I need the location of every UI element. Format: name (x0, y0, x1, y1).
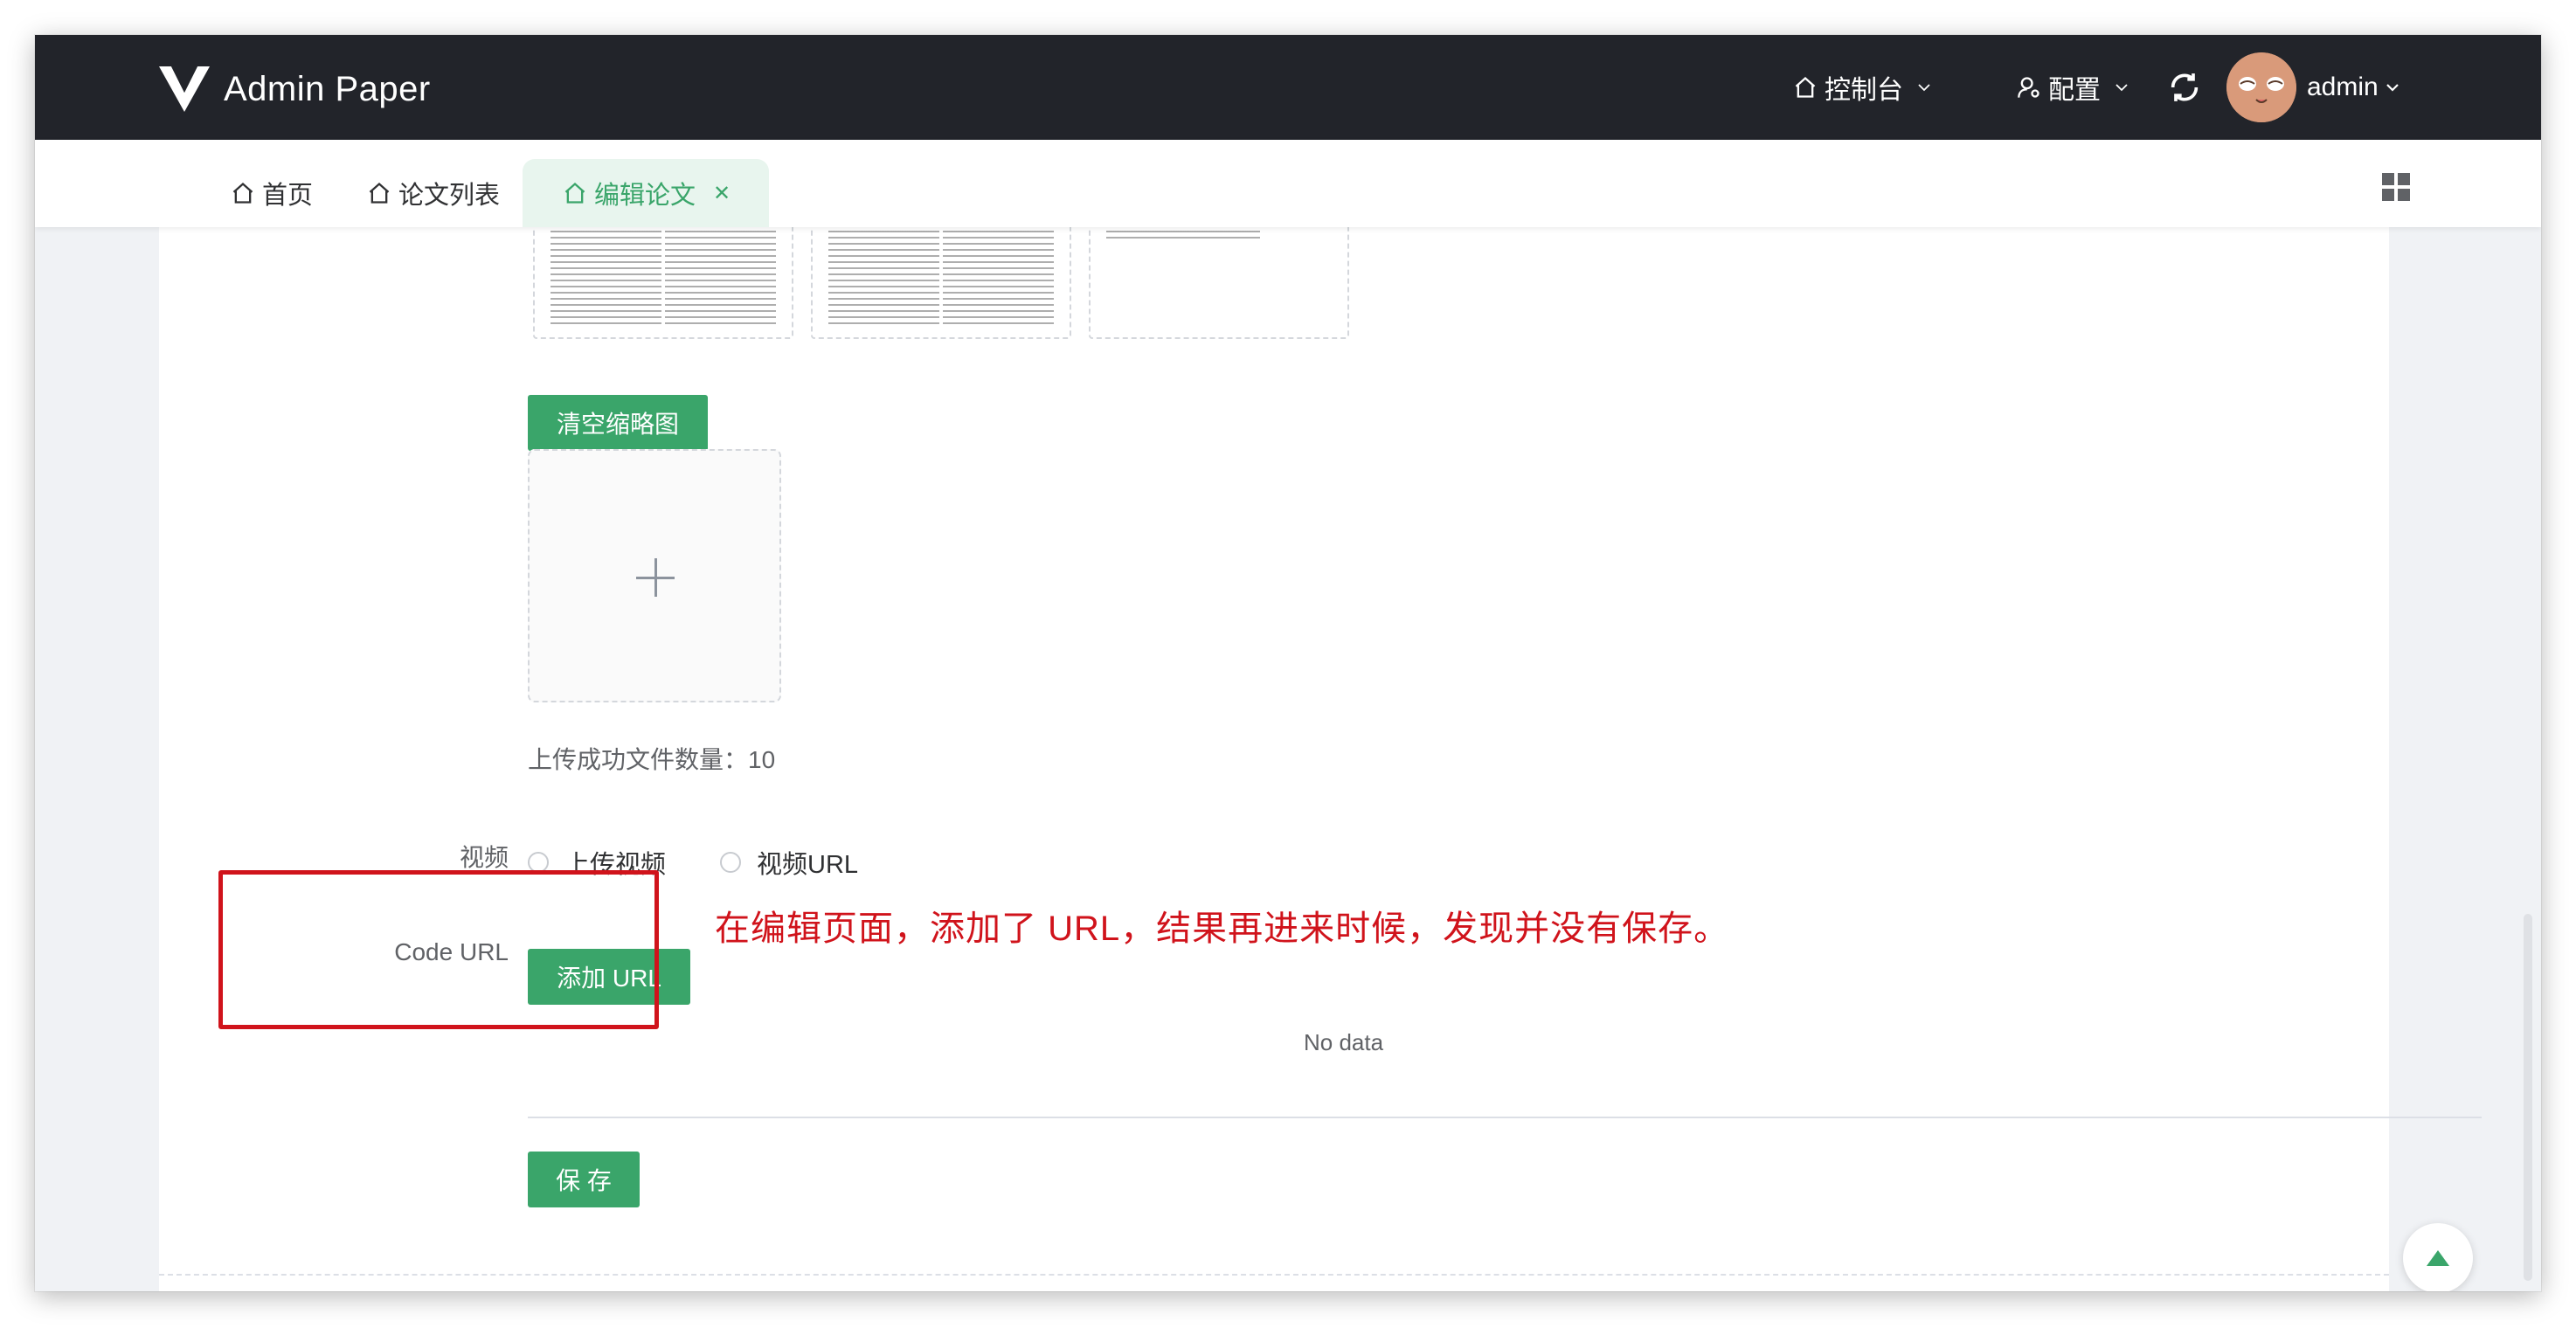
thumbnail-image[interactable] (533, 218, 793, 339)
scrollbar[interactable] (2524, 914, 2532, 1281)
empty-table-text: No data (1304, 1029, 1384, 1055)
thumbnail-image[interactable] (1089, 218, 1349, 339)
tab-edit-paper[interactable]: 编辑论文 ✕ (523, 159, 769, 227)
chevron-down-icon (2386, 84, 2399, 92)
nav-config-dropdown[interactable]: 配置 (2017, 65, 2137, 110)
top-header: Admin Paper 控制台 配置 admin (35, 35, 2541, 140)
back-to-top-button[interactable] (2403, 1223, 2473, 1291)
home-icon (564, 182, 585, 204)
upload-count-text: 上传成功文件数量：10 (528, 746, 776, 773)
home-icon (232, 182, 253, 204)
nav-console-label: 控制台 (1825, 76, 1903, 105)
chevron-down-icon (2116, 84, 2128, 92)
tab-home[interactable]: 首页 (210, 159, 334, 227)
chevron-down-icon (1918, 84, 1930, 92)
avatar[interactable] (2226, 52, 2296, 122)
save-button[interactable]: 保 存 (528, 1152, 640, 1207)
divider (528, 1117, 2482, 1118)
nav-console-dropdown[interactable]: 控制台 (1793, 65, 1940, 110)
radio-video-url-label: 视频URL (757, 851, 859, 879)
edit-form-card: 清空缩略图 上传成功文件数量：10 视频 上传视频 视频URL Code URL… (159, 218, 2482, 1274)
close-icon[interactable]: ✕ (713, 181, 731, 206)
nav-config-label: 配置 (2048, 76, 2101, 105)
image-upload-area[interactable] (528, 449, 781, 702)
clear-thumbnails-button[interactable]: 清空缩略图 (528, 395, 708, 451)
tab-home-label: 首页 (262, 182, 314, 210)
avatar-face-icon (2226, 52, 2296, 122)
app-window: Admin Paper 控制台 配置 admin 首页 论文列表 编辑论文 ✕ … (35, 35, 2541, 1291)
lower-card (159, 1274, 2389, 1291)
tab-bar: 首页 论文列表 编辑论文 ✕ (35, 140, 2541, 227)
grid-menu-icon[interactable] (2382, 173, 2410, 201)
video-label: 视频 (459, 844, 509, 871)
thumbnail-image[interactable] (811, 218, 1071, 339)
app-title: Admin Paper (224, 70, 431, 108)
home-icon (369, 182, 390, 204)
user-menu[interactable]: admin (2307, 65, 2401, 110)
radio-video-url[interactable]: 视频URL (720, 844, 858, 881)
user-settings-icon (2018, 77, 2039, 98)
user-name: admin (2307, 73, 2379, 101)
tab-edit-paper-label: 编辑论文 (594, 182, 696, 210)
home-icon (1795, 76, 1816, 98)
logo-icon (159, 66, 210, 112)
refresh-icon[interactable] (2167, 70, 2202, 105)
annotation-highlight-box (218, 870, 659, 1029)
caret-up-icon (2427, 1250, 2449, 1266)
annotation-text: 在编辑页面，添加了 URL，结果再进来时候，发现并没有保存。 (715, 910, 1730, 948)
tab-paper-list-label: 论文列表 (398, 182, 501, 210)
tab-paper-list[interactable]: 论文列表 (346, 159, 521, 227)
radio-circle (720, 852, 741, 873)
